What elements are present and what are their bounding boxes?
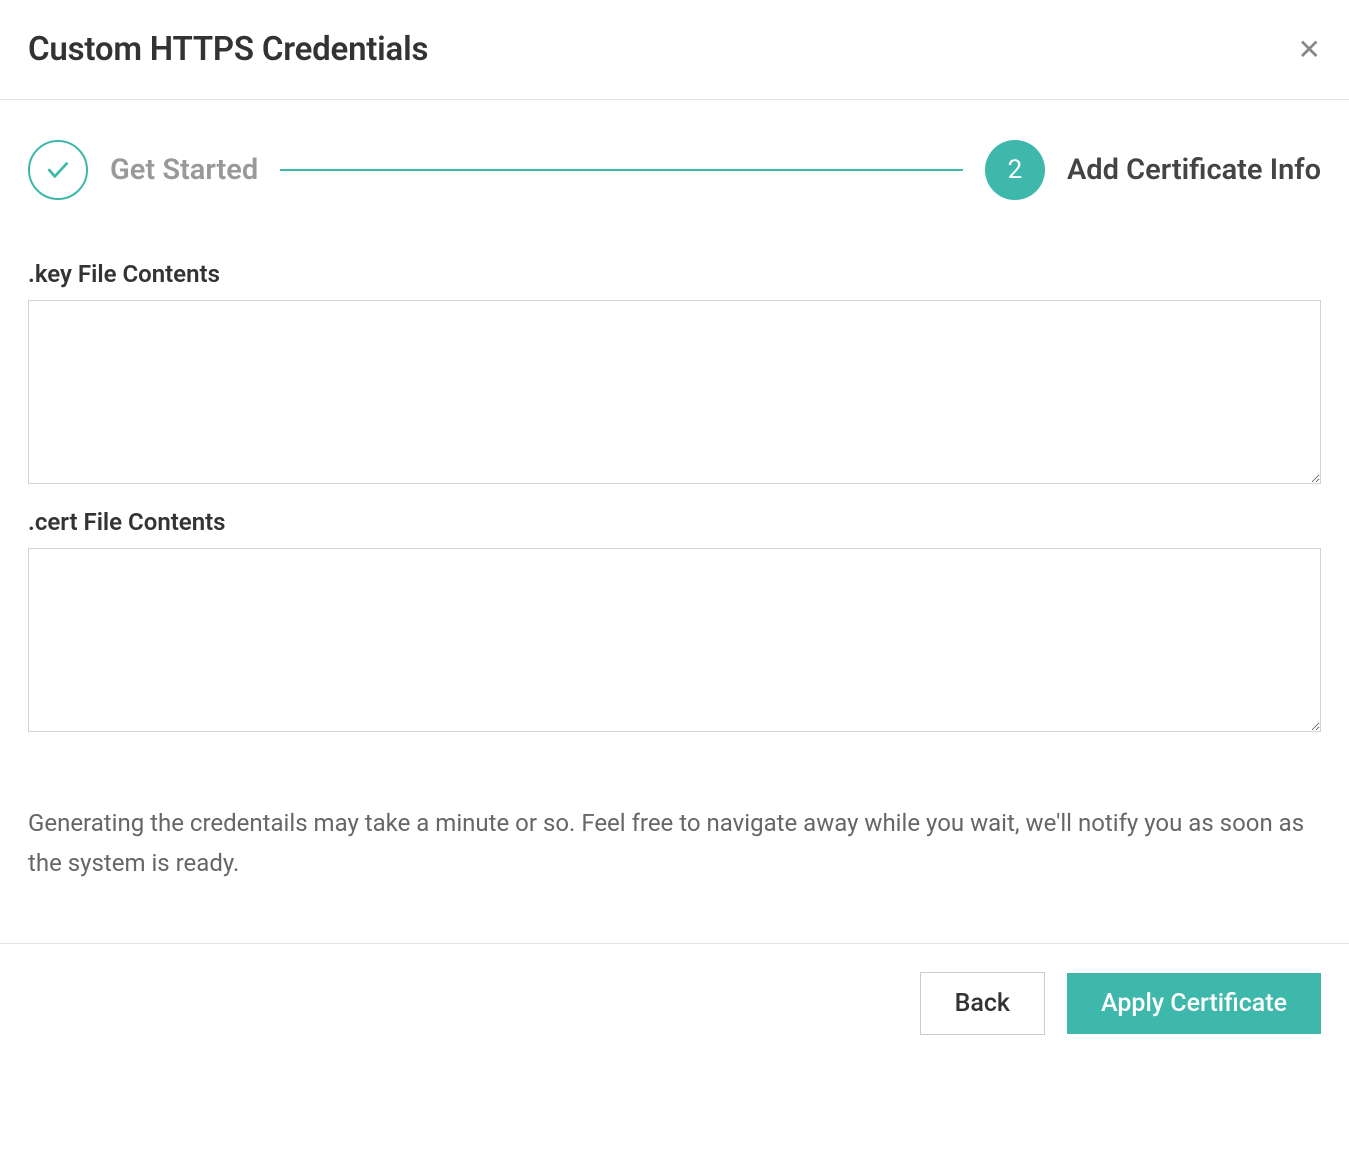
- wizard-stepper: Get Started 2 Add Certificate Info: [0, 100, 1349, 210]
- step-get-started: Get Started: [28, 140, 258, 200]
- key-file-field-group: .key File Contents: [28, 260, 1321, 488]
- cert-file-label: .cert File Contents: [28, 508, 1321, 536]
- step-label-add-certificate-info: Add Certificate Info: [1067, 153, 1321, 187]
- hint-text: Generating the credentails may take a mi…: [28, 804, 1321, 883]
- back-button[interactable]: Back: [920, 972, 1045, 1035]
- checkmark-icon: [28, 140, 88, 200]
- cert-file-textarea[interactable]: [28, 548, 1321, 732]
- key-file-label: .key File Contents: [28, 260, 1321, 288]
- step-number-icon: 2: [985, 140, 1045, 200]
- modal-footer: Back Apply Certificate: [0, 943, 1349, 1063]
- key-file-textarea[interactable]: [28, 300, 1321, 484]
- modal-header: Custom HTTPS Credentials ✕: [0, 0, 1349, 100]
- step-add-certificate-info: 2 Add Certificate Info: [985, 140, 1321, 200]
- cert-file-field-group: .cert File Contents: [28, 508, 1321, 736]
- modal-body: .key File Contents .cert File Contents G…: [0, 260, 1349, 883]
- step-label-get-started: Get Started: [110, 153, 258, 187]
- modal-title: Custom HTTPS Credentials: [28, 30, 428, 69]
- apply-certificate-button[interactable]: Apply Certificate: [1067, 973, 1321, 1034]
- step-connector: [280, 169, 963, 171]
- close-icon[interactable]: ✕: [1298, 36, 1321, 64]
